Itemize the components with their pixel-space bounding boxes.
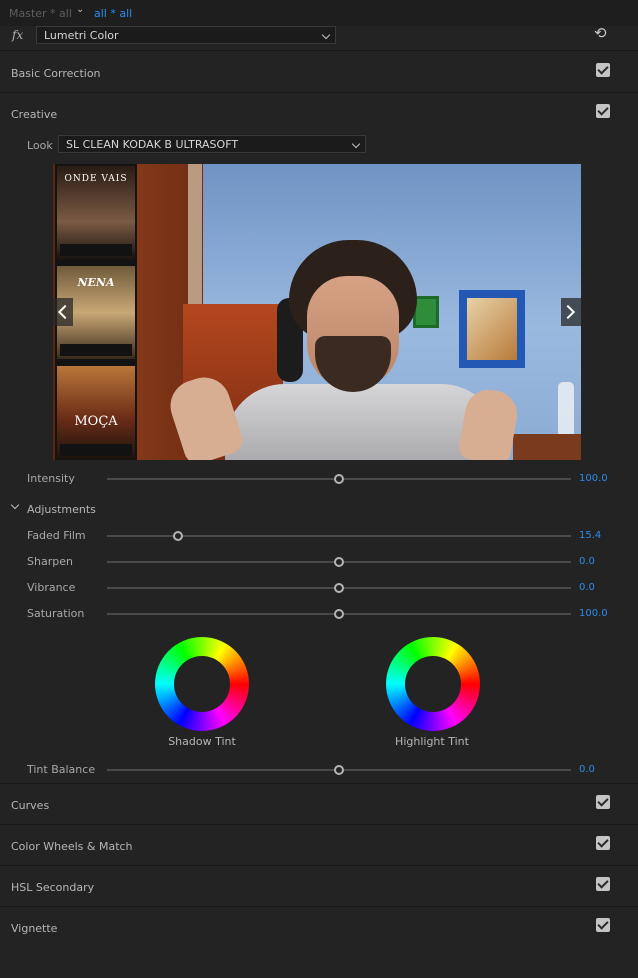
preview-desk	[513, 434, 581, 460]
section-vignette[interactable]: Vignette	[11, 922, 57, 935]
saturation-slider[interactable]	[107, 609, 571, 619]
divider	[0, 783, 638, 784]
preview-bottle	[558, 382, 574, 438]
divider	[0, 92, 638, 93]
faded-film-slider-thumb[interactable]	[173, 531, 184, 541]
poster-title: NENA	[77, 276, 115, 289]
intensity-slider[interactable]	[107, 474, 571, 484]
vignette-checkbox[interactable]	[596, 918, 610, 932]
section-color-wheels-match[interactable]: Color Wheels & Match	[11, 840, 133, 853]
adjustments-toggle[interactable]: Adjustments	[27, 503, 96, 516]
look-label: Look	[27, 139, 53, 152]
divider	[0, 50, 638, 51]
sharpen-value[interactable]: 0.0	[579, 556, 595, 567]
divider	[0, 824, 638, 825]
poster-title: ONDE VAIS	[64, 174, 128, 184]
section-curves[interactable]: Curves	[11, 799, 49, 812]
section-creative[interactable]: Creative	[11, 108, 57, 121]
shadow-tint-label: Shadow Tint	[168, 735, 236, 748]
previous-look-button[interactable]	[53, 298, 73, 326]
chevron-down-icon	[321, 30, 331, 40]
section-basic-correction[interactable]: Basic Correction	[11, 67, 101, 80]
divider	[0, 865, 638, 866]
hsl-secondary-checkbox[interactable]	[596, 877, 610, 891]
shadow-tint-wheel[interactable]	[155, 637, 249, 731]
master-clip-label[interactable]: Master * all	[9, 7, 72, 20]
sharpen-slider[interactable]	[107, 557, 571, 567]
faded-film-slider[interactable]	[107, 531, 571, 541]
color-wheels-match-checkbox[interactable]	[596, 836, 610, 850]
chevron-right-icon	[560, 304, 576, 320]
vibrance-value[interactable]: 0.0	[579, 582, 595, 593]
vibrance-label: Vibrance	[27, 581, 76, 594]
tint-balance-slider-thumb[interactable]	[334, 765, 344, 775]
intensity-label: Intensity	[27, 472, 75, 485]
look-dropdown[interactable]: SL CLEAN KODAK B ULTRASOFT	[58, 135, 366, 153]
effect-dropdown-value: Lumetri Color	[44, 29, 119, 42]
divider	[0, 906, 638, 907]
next-look-button[interactable]	[560, 298, 581, 326]
sharpen-label: Sharpen	[27, 555, 73, 568]
tint-balance-label: Tint Balance	[27, 763, 96, 776]
preview-blue-frame	[459, 290, 525, 368]
section-hsl-secondary[interactable]: HSL Secondary	[11, 881, 94, 894]
highlight-tint-label: Highlight Tint	[395, 735, 469, 748]
chevron-left-icon	[57, 304, 73, 320]
fx-icon[interactable]: fx	[12, 28, 23, 42]
basic-correction-checkbox[interactable]	[596, 63, 610, 77]
faded-film-label: Faded Film	[27, 529, 86, 542]
reset-icon[interactable]: ⟲	[594, 24, 607, 42]
curves-checkbox[interactable]	[596, 795, 610, 809]
faded-film-value[interactable]: 15.4	[579, 530, 601, 541]
poster: ONDE VAIS	[57, 166, 135, 259]
intensity-slider-thumb[interactable]	[334, 474, 344, 484]
look-dropdown-value: SL CLEAN KODAK B ULTRASOFT	[66, 138, 239, 151]
chevron-down-icon	[351, 139, 361, 149]
intensity-value[interactable]: 100.0	[579, 473, 608, 484]
vibrance-slider-thumb[interactable]	[334, 583, 344, 593]
poster-title: MOÇA	[74, 414, 118, 429]
highlight-tint-wheel[interactable]	[386, 637, 480, 731]
chevron-down-icon[interactable]	[10, 500, 20, 510]
sharpen-slider-thumb[interactable]	[334, 557, 344, 567]
tint-balance-slider[interactable]	[107, 765, 571, 775]
creative-checkbox[interactable]	[596, 104, 610, 118]
poster: MOÇA	[57, 366, 135, 459]
saturation-slider-thumb[interactable]	[334, 609, 344, 619]
poster-caption	[60, 444, 132, 456]
poster-caption	[60, 244, 132, 256]
saturation-value[interactable]: 100.0	[579, 608, 608, 619]
effect-dropdown[interactable]: Lumetri Color	[36, 26, 336, 44]
saturation-label: Saturation	[27, 607, 85, 620]
tint-balance-value[interactable]: 0.0	[579, 764, 595, 775]
vibrance-slider[interactable]	[107, 583, 571, 593]
chevron-down-icon[interactable]: ⌄	[76, 4, 84, 15]
poster-caption	[60, 344, 132, 356]
look-preview-image: ONDE VAIS NENA MOÇA	[53, 164, 581, 460]
clip-label[interactable]: all * all	[94, 7, 132, 20]
